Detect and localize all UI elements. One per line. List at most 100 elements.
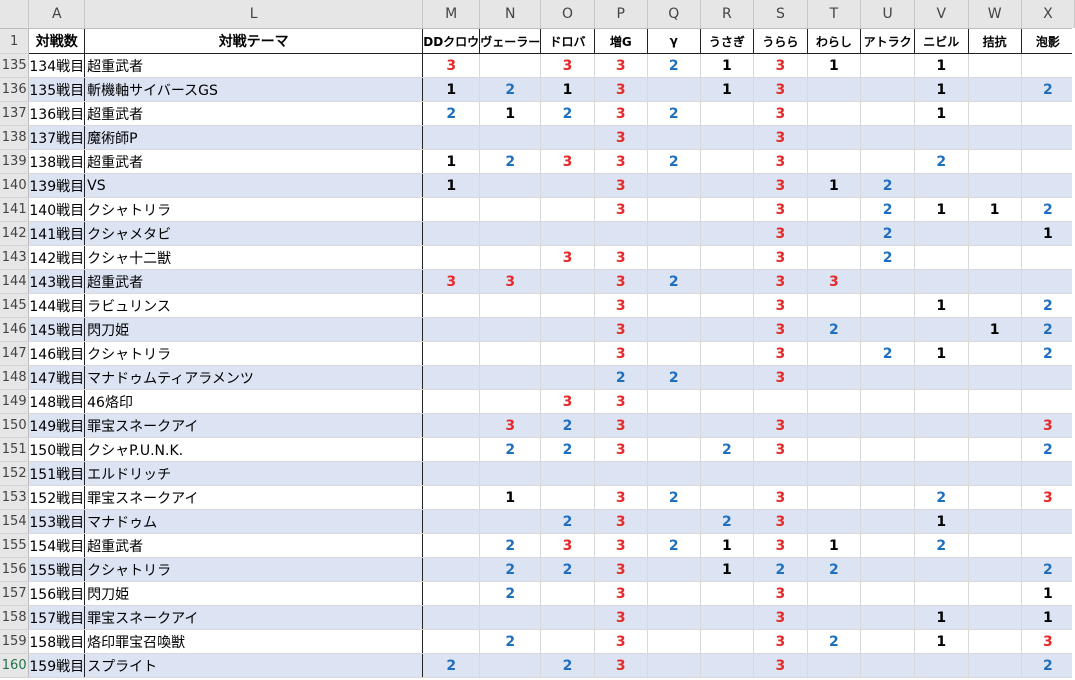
count-cell[interactable] xyxy=(860,77,916,102)
theme-cell[interactable]: VS xyxy=(84,173,424,198)
count-cell[interactable] xyxy=(968,53,1022,78)
count-cell[interactable] xyxy=(700,101,755,126)
count-cell[interactable] xyxy=(479,509,542,534)
count-cell[interactable] xyxy=(807,365,862,390)
count-cell[interactable] xyxy=(914,245,969,270)
row-number[interactable]: 141 xyxy=(0,197,30,222)
count-cell[interactable] xyxy=(968,653,1022,678)
theme-cell[interactable]: エルドリッチ xyxy=(84,461,424,486)
count-cell[interactable]: 1 xyxy=(700,77,755,102)
battle-cell[interactable]: 146戦目 xyxy=(28,341,86,366)
count-cell[interactable] xyxy=(968,245,1022,270)
count-cell[interactable]: 2 xyxy=(479,533,542,558)
theme-cell[interactable]: クシャP.U.N.K. xyxy=(84,437,424,462)
battle-cell[interactable]: 137戦目 xyxy=(28,125,86,150)
count-cell[interactable]: 1 xyxy=(700,533,755,558)
theme-cell[interactable]: 超重武者 xyxy=(84,101,424,126)
battle-cell[interactable]: 141戦目 xyxy=(28,221,86,246)
count-cell[interactable] xyxy=(647,293,701,318)
count-cell[interactable] xyxy=(647,341,701,366)
count-cell[interactable] xyxy=(860,485,916,510)
count-cell[interactable] xyxy=(540,341,595,366)
battle-cell[interactable]: 142戦目 xyxy=(28,245,86,270)
count-cell[interactable]: 3 xyxy=(594,389,648,414)
theme-cell[interactable]: ラビュリンス xyxy=(84,293,424,318)
count-cell[interactable]: 3 xyxy=(753,125,808,150)
count-cell[interactable] xyxy=(807,509,862,534)
count-cell[interactable]: 1 xyxy=(914,77,969,102)
theme-cell[interactable]: スプライト xyxy=(84,653,424,678)
count-cell[interactable]: 3 xyxy=(753,437,808,462)
count-cell[interactable] xyxy=(968,77,1022,102)
count-cell[interactable]: 3 xyxy=(594,485,648,510)
battle-cell[interactable]: 153戦目 xyxy=(28,509,86,534)
battle-cell[interactable]: 147戦目 xyxy=(28,365,86,390)
count-cell[interactable] xyxy=(647,317,701,342)
count-cell[interactable] xyxy=(807,389,862,414)
count-cell[interactable] xyxy=(422,245,481,270)
count-cell[interactable]: 3 xyxy=(594,605,648,630)
count-cell[interactable] xyxy=(914,437,969,462)
count-cell[interactable] xyxy=(700,269,755,294)
count-cell[interactable]: 1 xyxy=(1021,581,1075,606)
count-cell[interactable]: 2 xyxy=(540,437,595,462)
battle-cell[interactable]: 138戦目 xyxy=(28,149,86,174)
count-cell[interactable] xyxy=(422,221,481,246)
battle-cell[interactable]: 136戦目 xyxy=(28,101,86,126)
count-cell[interactable] xyxy=(647,461,701,486)
battle-cell[interactable]: 152戦目 xyxy=(28,485,86,510)
count-cell[interactable] xyxy=(968,101,1022,126)
battle-cell[interactable]: 139戦目 xyxy=(28,173,86,198)
count-cell[interactable] xyxy=(479,245,542,270)
row-number[interactable]: 153 xyxy=(0,485,30,510)
battle-cell[interactable]: 157戦目 xyxy=(28,605,86,630)
row-number[interactable]: 139 xyxy=(0,149,30,174)
count-cell[interactable] xyxy=(700,125,755,150)
count-cell[interactable]: 3 xyxy=(753,629,808,654)
column-header-n[interactable]: N xyxy=(479,0,542,29)
count-cell[interactable]: 2 xyxy=(860,245,916,270)
count-cell[interactable] xyxy=(479,317,542,342)
theme-cell[interactable]: 罪宝スネークアイ xyxy=(84,485,424,510)
count-cell[interactable] xyxy=(860,53,916,78)
count-cell[interactable] xyxy=(1021,149,1075,174)
count-cell[interactable]: 3 xyxy=(540,245,595,270)
count-cell[interactable] xyxy=(700,653,755,678)
count-cell[interactable] xyxy=(540,269,595,294)
battle-cell[interactable]: 156戦目 xyxy=(28,581,86,606)
card-column-header[interactable]: DDクロウ xyxy=(422,28,481,54)
count-cell[interactable]: 1 xyxy=(807,173,862,198)
select-all-corner[interactable] xyxy=(0,0,30,29)
count-cell[interactable]: 2 xyxy=(1021,653,1075,678)
row-number[interactable]: 1 xyxy=(0,28,30,54)
count-cell[interactable] xyxy=(753,461,808,486)
count-cell[interactable] xyxy=(700,389,755,414)
count-cell[interactable]: 2 xyxy=(479,149,542,174)
count-cell[interactable] xyxy=(914,173,969,198)
count-cell[interactable] xyxy=(647,389,701,414)
count-cell[interactable] xyxy=(594,461,648,486)
count-cell[interactable] xyxy=(968,365,1022,390)
count-cell[interactable] xyxy=(968,461,1022,486)
count-cell[interactable]: 2 xyxy=(914,533,969,558)
count-cell[interactable] xyxy=(807,581,862,606)
theme-cell[interactable]: クシャメタビ xyxy=(84,221,424,246)
count-cell[interactable]: 3 xyxy=(540,53,595,78)
count-cell[interactable]: 3 xyxy=(594,293,648,318)
card-column-header[interactable]: 増G xyxy=(593,28,648,54)
card-column-header[interactable]: ニビル xyxy=(914,28,969,54)
count-cell[interactable] xyxy=(1021,173,1075,198)
count-cell[interactable] xyxy=(914,317,969,342)
count-cell[interactable] xyxy=(860,437,916,462)
count-cell[interactable] xyxy=(479,293,542,318)
theme-cell[interactable]: クシャ十二獣 xyxy=(84,245,424,270)
count-cell[interactable] xyxy=(422,509,481,534)
count-cell[interactable] xyxy=(647,605,701,630)
count-cell[interactable] xyxy=(807,245,862,270)
row-number[interactable]: 158 xyxy=(0,605,30,630)
count-cell[interactable]: 2 xyxy=(1021,341,1075,366)
count-cell[interactable] xyxy=(968,173,1022,198)
count-cell[interactable] xyxy=(860,365,916,390)
count-cell[interactable]: 2 xyxy=(753,557,808,582)
count-cell[interactable] xyxy=(422,341,481,366)
